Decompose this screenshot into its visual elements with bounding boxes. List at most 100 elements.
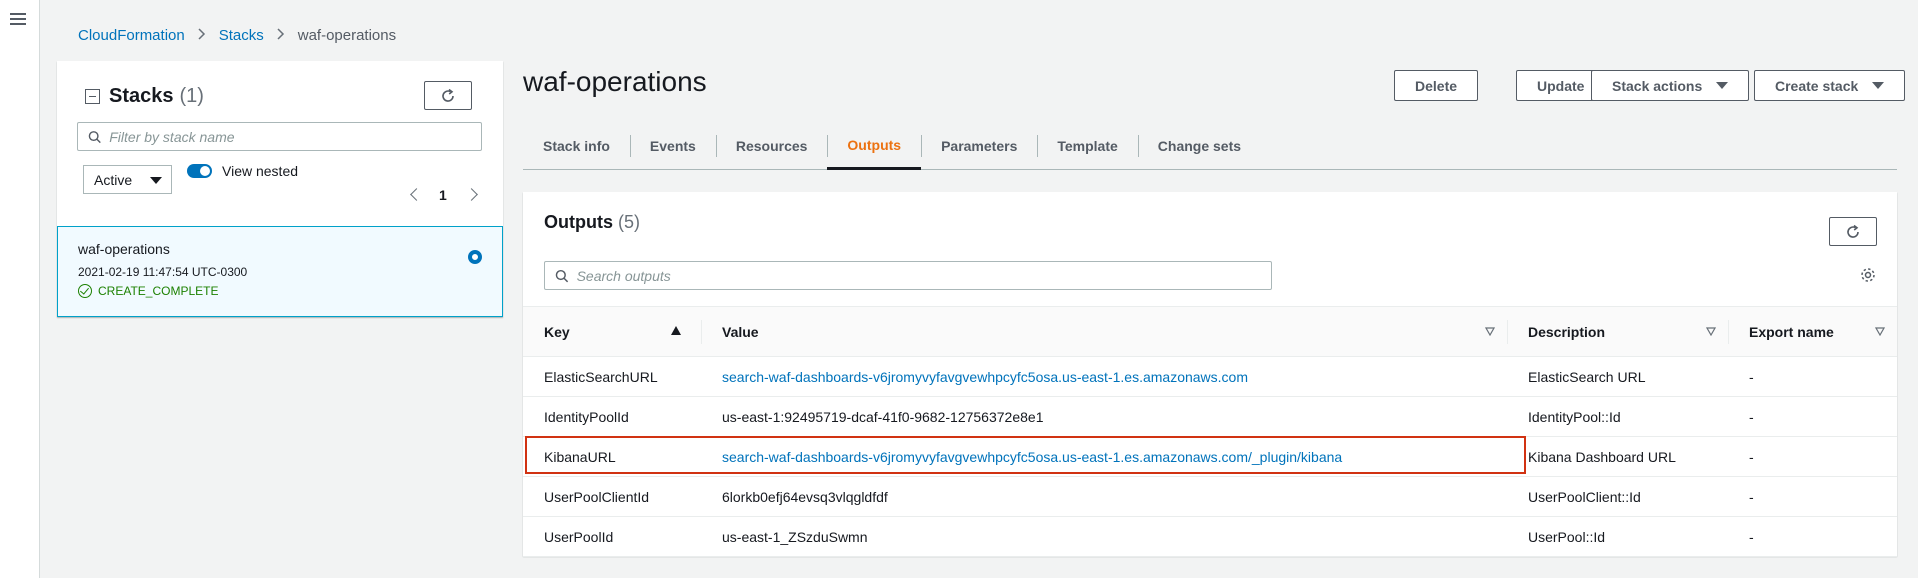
- breadcrumb-current: waf-operations: [297, 27, 397, 44]
- caret-down-icon: [150, 177, 162, 184]
- outputs-count: (5): [618, 212, 641, 232]
- output-value: us-east-1:92495719-dcaf-41f0-9682-127563…: [701, 396, 1507, 437]
- caret-down-icon: [1872, 82, 1885, 89]
- outputs-search-input[interactable]: [576, 267, 1271, 284]
- output-description: IdentityPool::Id: [1507, 396, 1728, 437]
- refresh-icon: [1847, 224, 1859, 238]
- collapse-icon[interactable]: [85, 89, 100, 104]
- search-icon: [555, 269, 569, 282]
- outputs-search-field[interactable]: [544, 261, 1272, 290]
- stack-actions-button[interactable]: Stack actions: [1591, 70, 1750, 101]
- column-header-key[interactable]: Key: [523, 307, 701, 357]
- update-button-label: Update: [1537, 77, 1585, 94]
- stack-filter-input[interactable]: [109, 128, 481, 145]
- tab-resources[interactable]: Resources: [715, 122, 828, 170]
- stacks-refresh-button[interactable]: [424, 81, 472, 110]
- column-header-description[interactable]: Description: [1507, 307, 1728, 357]
- column-header-value[interactable]: Value: [701, 307, 1507, 357]
- column-label: Key: [544, 323, 570, 340]
- chevron-left-icon[interactable]: [410, 188, 423, 201]
- sort-ascending-icon: [671, 326, 681, 335]
- page-title: waf-operations: [523, 66, 707, 97]
- tab-events[interactable]: Events: [629, 122, 716, 170]
- output-key: IdentityPoolId: [523, 396, 701, 437]
- breadcrumb: CloudFormation Stacks waf-operations: [78, 27, 396, 44]
- chevron-right-icon: [198, 27, 206, 44]
- stack-radio-selected[interactable]: [468, 250, 482, 264]
- hamburger-menu-icon[interactable]: [10, 13, 26, 27]
- search-icon: [88, 130, 101, 143]
- chevron-right-icon[interactable]: [465, 188, 478, 201]
- output-description: UserPool::Id: [1507, 516, 1728, 557]
- view-nested-label: View nested: [222, 163, 299, 179]
- output-key: UserPoolId: [523, 516, 701, 557]
- stack-actions-label: Stack actions: [1612, 77, 1703, 94]
- breadcrumb-stacks[interactable]: Stacks: [219, 27, 264, 44]
- tab-stack-info[interactable]: Stack info: [523, 122, 630, 170]
- sort-icon: [1485, 327, 1495, 336]
- output-export-name: -: [1728, 516, 1897, 557]
- stack-filter-field[interactable]: [77, 122, 482, 151]
- output-export-name: -: [1728, 436, 1897, 477]
- tab-parameters[interactable]: Parameters: [921, 122, 1037, 170]
- column-label: Description: [1528, 323, 1606, 340]
- table-row: ElasticSearchURL search-waf-dashboards-v…: [523, 356, 1897, 397]
- output-value-link[interactable]: search-waf-dashboards-v6jromyvyfavgvewhp…: [722, 369, 1248, 385]
- stack-status-text: CREATE_COMPLETE: [98, 284, 219, 298]
- outputs-header: Outputs (5): [544, 212, 640, 233]
- stacks-count: (1): [179, 85, 204, 107]
- column-label: Value: [722, 323, 759, 340]
- output-value: 6lorkb0efj64evsq3vlqgldfdf: [701, 476, 1507, 517]
- table-row: UserPoolId us-east-1_ZSzduSwmn UserPool:…: [523, 516, 1897, 557]
- create-stack-button[interactable]: Create stack: [1754, 70, 1906, 101]
- left-navigation-rail: [0, 0, 40, 578]
- chevron-right-icon: [277, 27, 285, 44]
- output-value-link[interactable]: search-waf-dashboards-v6jromyvyfavgvewhp…: [722, 449, 1342, 465]
- stack-status: CREATE_COMPLETE: [78, 284, 218, 298]
- breadcrumb-cloudformation[interactable]: CloudFormation: [78, 27, 185, 44]
- outputs-table: Key Value Description Export name Elasti…: [523, 306, 1897, 557]
- tab-outputs[interactable]: Outputs: [827, 122, 922, 170]
- tab-change-sets[interactable]: Change sets: [1137, 122, 1261, 170]
- caret-down-icon: [1716, 82, 1729, 89]
- output-description: ElasticSearch URL: [1507, 356, 1728, 397]
- status-filter-value: Active: [94, 172, 133, 188]
- outputs-title: Outputs: [544, 212, 613, 232]
- view-nested-toggle[interactable]: [187, 164, 212, 178]
- refresh-icon: [442, 88, 454, 102]
- table-row: UserPoolClientId 6lorkb0efj64evsq3vlqgld…: [523, 476, 1897, 517]
- output-description: Kibana Dashboard URL: [1507, 436, 1728, 477]
- gear-icon[interactable]: [1860, 267, 1876, 283]
- output-description: UserPoolClient::Id: [1507, 476, 1728, 517]
- outputs-panel: Outputs (5) Key Value Description Export…: [523, 192, 1897, 557]
- page-number[interactable]: 1: [439, 187, 447, 203]
- table-row: IdentityPoolId us-east-1:92495719-dcaf-4…: [523, 396, 1897, 437]
- status-filter-select[interactable]: Active: [83, 165, 172, 194]
- output-export-name: -: [1728, 356, 1897, 397]
- output-key: UserPoolClientId: [523, 476, 701, 517]
- outputs-refresh-button[interactable]: [1829, 217, 1877, 246]
- output-export-name: -: [1728, 476, 1897, 517]
- delete-button[interactable]: Delete: [1394, 70, 1479, 101]
- output-key: ElasticSearchURL: [523, 356, 701, 397]
- output-export-name: -: [1728, 396, 1897, 437]
- table-header-row: Key Value Description Export name: [523, 306, 1897, 357]
- stack-created-date: 2021-02-19 11:47:54 UTC-0300: [78, 265, 248, 279]
- stacks-header: Stacks (1): [85, 85, 204, 108]
- stack-list-item[interactable]: waf-operations 2021-02-19 11:47:54 UTC-0…: [57, 226, 503, 317]
- stacks-title: Stacks: [109, 85, 174, 107]
- stacks-panel: Stacks (1) Active View nested 1 waf-oper…: [57, 61, 503, 317]
- table-row: KibanaURL search-waf-dashboards-v6jromyv…: [523, 436, 1897, 477]
- sort-icon: [1875, 327, 1885, 336]
- check-circle-icon: [78, 284, 92, 298]
- tab-template[interactable]: Template: [1037, 122, 1137, 170]
- delete-button-label: Delete: [1415, 77, 1458, 94]
- output-key: KibanaURL: [523, 436, 701, 477]
- column-header-export-name[interactable]: Export name: [1728, 307, 1897, 357]
- column-label: Export name: [1749, 323, 1834, 340]
- stack-tabs: Stack info Events Resources Outputs Para…: [523, 122, 1897, 170]
- sort-icon: [1706, 327, 1716, 336]
- output-value: us-east-1_ZSzduSwmn: [701, 516, 1507, 557]
- output-value: search-waf-dashboards-v6jromyvyfavgvewhp…: [701, 356, 1507, 397]
- output-value: search-waf-dashboards-v6jromyvyfavgvewhp…: [701, 436, 1507, 477]
